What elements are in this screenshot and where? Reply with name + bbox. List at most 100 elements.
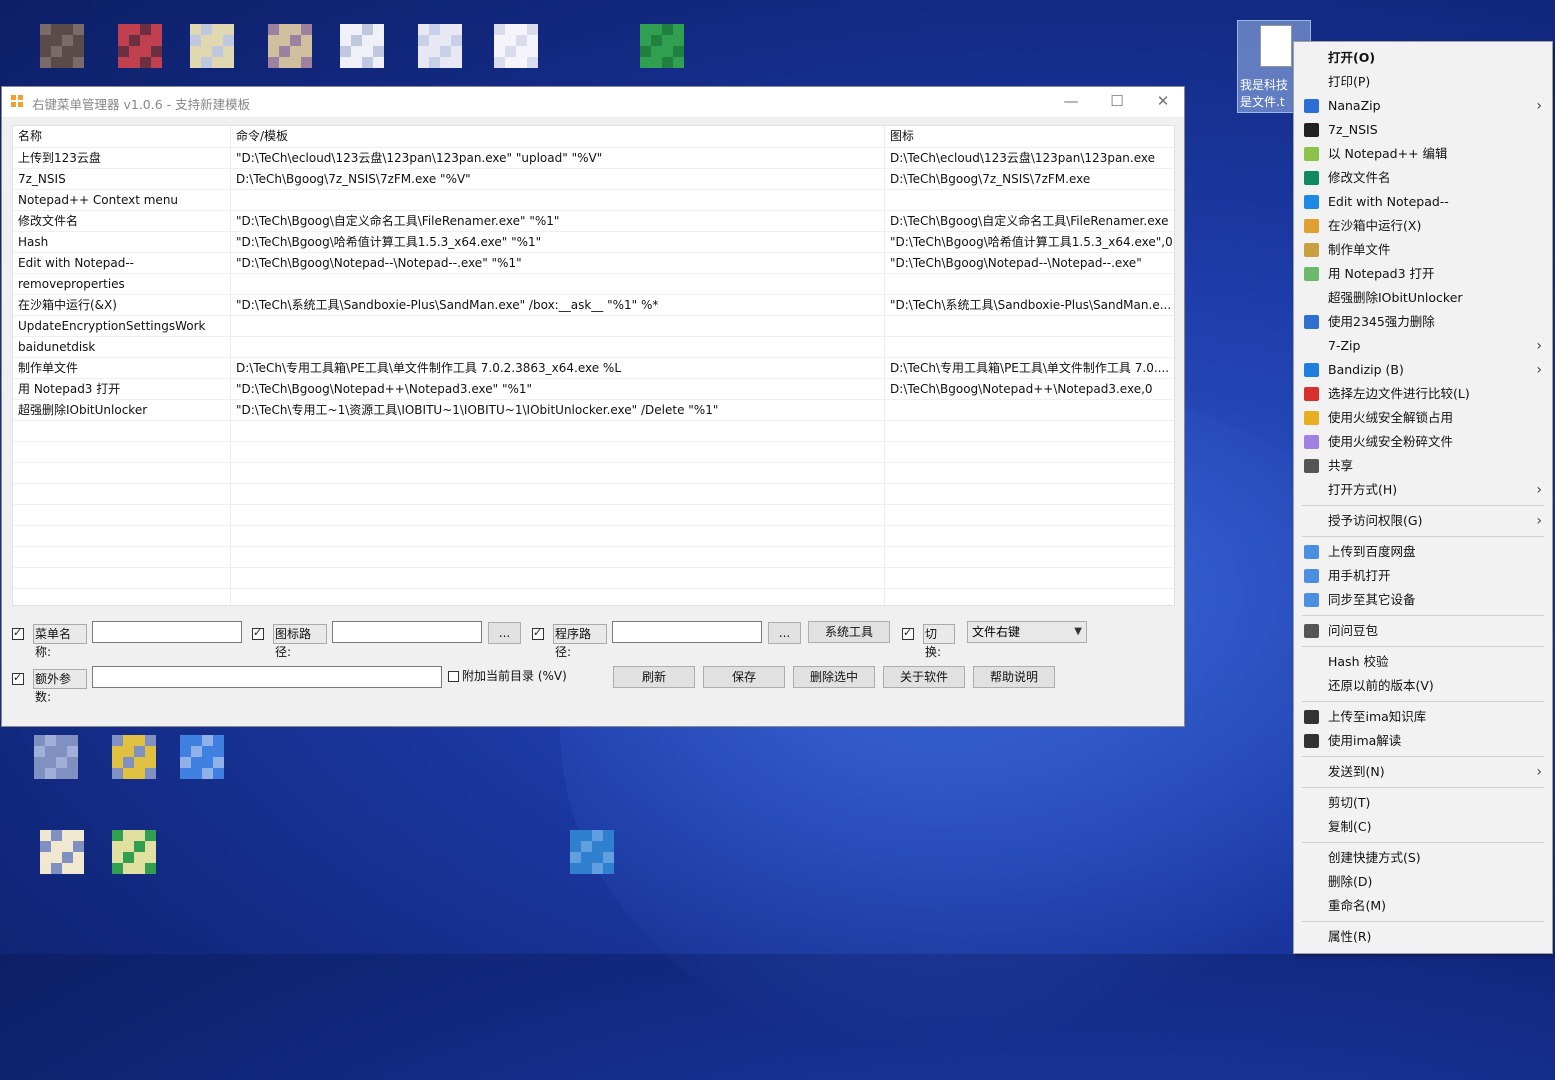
- context-menu-item[interactable]: 使用火绒安全解锁占用: [1294, 406, 1552, 430]
- program-path-input[interactable]: [612, 621, 762, 643]
- program-path-checkbox[interactable]: [532, 626, 544, 640]
- refresh-button[interactable]: 刷新: [613, 666, 695, 688]
- context-menu-item[interactable]: 使用2345强力删除: [1294, 310, 1552, 334]
- table-row[interactable]: 用 Notepad3 打开 "D:\TeCh\Bgoog\Notepad++\No…: [13, 379, 1174, 400]
- table-row[interactable]: Edit with Notepad-- "D:\TeCh\Bgoog\Notepa…: [13, 253, 1174, 274]
- context-menu-item[interactable]: 用 Notepad3 打开: [1294, 262, 1552, 286]
- table-row[interactable]: 上传到123云盘 "D:\TeCh\ecloud\123云盘\123pan\123…: [13, 148, 1174, 169]
- table-row[interactable]: UpdateEncryptionSettingsWork: [13, 316, 1174, 337]
- context-menu-item[interactable]: 使用ima解读: [1294, 729, 1552, 753]
- context-menu-item[interactable]: 剪切(T): [1294, 791, 1552, 815]
- table-row[interactable]: Hash "D:\TeCh\Bgoog\哈希值计算工具1.5.3_x64.exe"…: [13, 232, 1174, 253]
- context-menu-item[interactable]: 制作单文件: [1294, 238, 1552, 262]
- desktop-shortcut-icon[interactable]: [112, 830, 156, 874]
- context-menu-item[interactable]: 发送到(N) ›: [1294, 760, 1552, 784]
- context-menu-item[interactable]: 同步至其它设备: [1294, 588, 1552, 612]
- table-row[interactable]: 超强删除IObitUnlocker "D:\TeCh\专用工~1\资源工具\IOB…: [13, 400, 1174, 421]
- context-menu-item[interactable]: 在沙箱中运行(X): [1294, 214, 1552, 238]
- table-row[interactable]: 在沙箱中运行(&X) "D:\TeCh\系统工具\Sandboxie-Plus\S…: [13, 295, 1174, 316]
- context-menu-item[interactable]: 打开方式(H) ›: [1294, 478, 1552, 502]
- context-menu-item[interactable]: 使用火绒安全粉碎文件: [1294, 430, 1552, 454]
- context-menu-item[interactable]: 共享: [1294, 454, 1552, 478]
- minimize-button[interactable]: —: [1048, 87, 1094, 117]
- menu-items-table[interactable]: 名称 命令/模板 图标 上传到123云盘 "D:\TeCh\ecloud\123云…: [12, 125, 1175, 606]
- context-menu-item[interactable]: 属性(R): [1294, 925, 1552, 949]
- table-row[interactable]: [13, 484, 1174, 505]
- context-menu-item[interactable]: 超强删除IObitUnlocker: [1294, 286, 1552, 310]
- icon-browse-button[interactable]: ...: [488, 622, 521, 644]
- desktop-shortcut-icon[interactable]: [34, 735, 78, 779]
- append-dir-checkbox[interactable]: [448, 671, 459, 682]
- context-menu-item[interactable]: 问问豆包: [1294, 619, 1552, 643]
- table-row[interactable]: [13, 463, 1174, 484]
- table-row[interactable]: [13, 589, 1174, 605]
- delete-selected-button[interactable]: 删除选中: [793, 666, 875, 688]
- about-button[interactable]: 关于软件: [883, 666, 965, 688]
- context-menu-item[interactable]: Bandizip (B) ›: [1294, 358, 1552, 382]
- desktop-shortcut-icon[interactable]: [118, 24, 162, 68]
- context-menu-item[interactable]: 以 Notepad++ 编辑: [1294, 142, 1552, 166]
- table-row[interactable]: 7z_NSIS D:\TeCh\Bgoog\7z_NSIS\7zFM.exe "%…: [13, 169, 1174, 190]
- context-menu-item[interactable]: 修改文件名: [1294, 166, 1552, 190]
- help-button[interactable]: 帮助说明: [973, 666, 1055, 688]
- table-row[interactable]: [13, 547, 1174, 568]
- desktop-shortcut-icon[interactable]: [268, 24, 312, 68]
- desktop-shortcut-icon[interactable]: [418, 24, 462, 68]
- desktop-shortcut-icon[interactable]: [570, 830, 614, 874]
- context-menu-item[interactable]: 打印(P): [1294, 70, 1552, 94]
- context-menu-item[interactable]: 上传到百度网盘: [1294, 540, 1552, 564]
- table-row[interactable]: [13, 526, 1174, 547]
- table-row[interactable]: Notepad++ Context menu: [13, 190, 1174, 211]
- context-menu-item[interactable]: 删除(D): [1294, 870, 1552, 894]
- table-row[interactable]: [13, 421, 1174, 442]
- context-menu-item[interactable]: 还原以前的版本(V): [1294, 674, 1552, 698]
- menu-name-checkbox[interactable]: [12, 626, 24, 640]
- cell-command: [231, 421, 885, 441]
- desktop-shortcut-icon[interactable]: [180, 735, 224, 779]
- context-menu-item[interactable]: NanaZip ›: [1294, 94, 1552, 118]
- context-menu-item[interactable]: Hash 校验: [1294, 650, 1552, 674]
- context-menu-item[interactable]: Edit with Notepad--: [1294, 190, 1552, 214]
- extra-params-checkbox[interactable]: [12, 671, 24, 685]
- context-menu-item[interactable]: 创建快捷方式(S): [1294, 846, 1552, 870]
- table-row[interactable]: 制作单文件 D:\TeCh\专用工具箱\PE工具\单文件制作工具 7.0.2.38…: [13, 358, 1174, 379]
- desktop-shortcut-icon[interactable]: [112, 735, 156, 779]
- cell-command: "D:\TeCh\Bgoog\Notepad++\Notepad3.exe" "…: [231, 379, 885, 399]
- column-header-icon[interactable]: 图标: [885, 126, 1174, 147]
- desktop-shortcut-icon[interactable]: [190, 24, 234, 68]
- table-row[interactable]: [13, 505, 1174, 526]
- context-menu-item[interactable]: 7-Zip ›: [1294, 334, 1552, 358]
- table-row[interactable]: [13, 442, 1174, 463]
- icon-path-input[interactable]: [332, 621, 482, 643]
- maximize-button[interactable]: ☐: [1094, 87, 1140, 117]
- switch-dropdown[interactable]: 文件右键 ▼: [967, 621, 1087, 643]
- switch-checkbox[interactable]: [902, 626, 914, 640]
- context-menu-item[interactable]: 7z_NSIS: [1294, 118, 1552, 142]
- column-header-name[interactable]: 名称: [13, 126, 231, 147]
- menu-name-input[interactable]: [92, 621, 242, 643]
- program-browse-button[interactable]: ...: [768, 622, 801, 644]
- context-menu-item[interactable]: 用手机打开: [1294, 564, 1552, 588]
- desktop-shortcut-icon[interactable]: [494, 24, 538, 68]
- desktop-shortcut-icon[interactable]: [640, 24, 684, 68]
- cell-icon: D:\TeCh\Bgoog\Notepad++\Notepad3.exe,0: [890, 382, 1153, 396]
- desktop-shortcut-icon[interactable]: [340, 24, 384, 68]
- context-menu-item[interactable]: 重命名(M): [1294, 894, 1552, 918]
- extra-params-input[interactable]: [92, 666, 442, 688]
- system-tools-button[interactable]: 系统工具: [808, 621, 890, 643]
- context-menu-item[interactable]: 复制(C): [1294, 815, 1552, 839]
- save-button[interactable]: 保存: [703, 666, 785, 688]
- column-header-command[interactable]: 命令/模板: [231, 126, 885, 147]
- context-menu-item[interactable]: 选择左边文件进行比较(L): [1294, 382, 1552, 406]
- table-row[interactable]: [13, 568, 1174, 589]
- context-menu-item[interactable]: 打开(O): [1294, 46, 1552, 70]
- table-row[interactable]: removeproperties: [13, 274, 1174, 295]
- table-row[interactable]: 修改文件名 "D:\TeCh\Bgoog\自定义命名工具\FileRenamer.…: [13, 211, 1174, 232]
- context-menu-item[interactable]: 上传至ima知识库: [1294, 705, 1552, 729]
- desktop-shortcut-icon[interactable]: [40, 830, 84, 874]
- table-row[interactable]: baidunetdisk: [13, 337, 1174, 358]
- desktop-shortcut-icon[interactable]: [40, 24, 84, 68]
- context-menu-item[interactable]: 授予访问权限(G) ›: [1294, 509, 1552, 533]
- close-button[interactable]: ✕: [1140, 87, 1186, 117]
- icon-path-checkbox[interactable]: [252, 626, 264, 640]
